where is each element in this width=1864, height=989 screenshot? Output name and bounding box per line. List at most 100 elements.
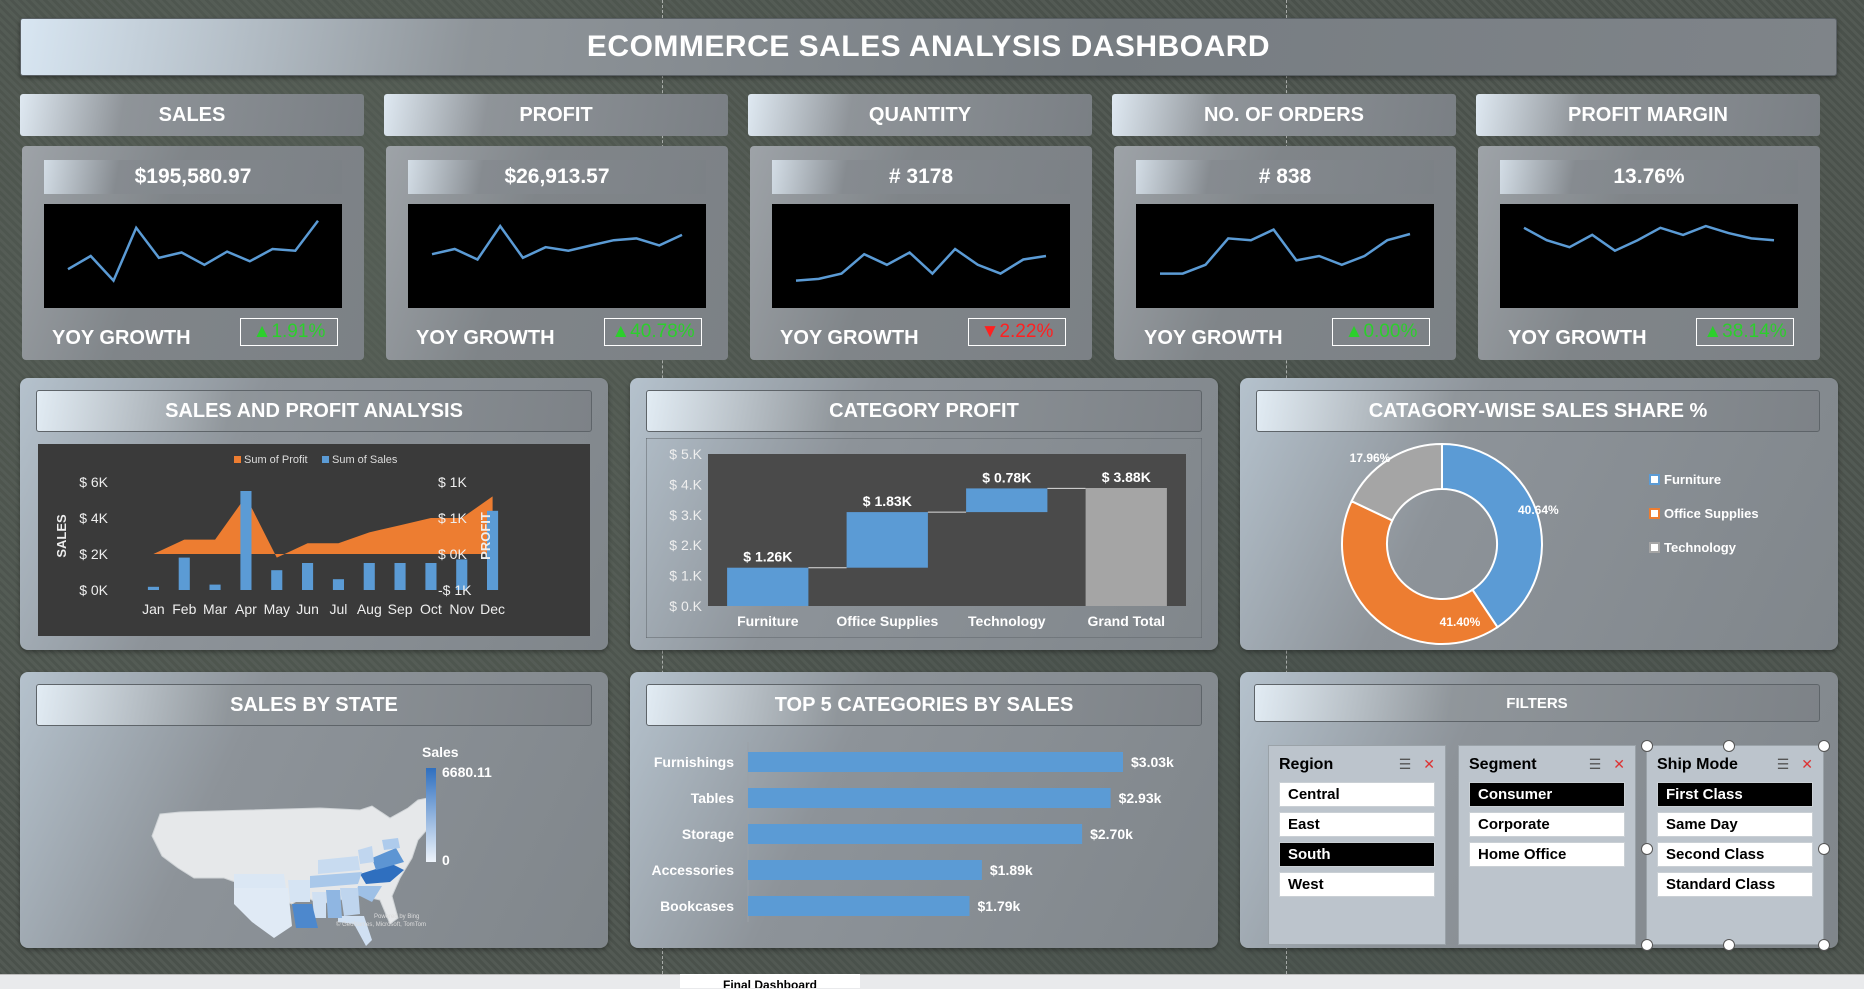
profit-axis-tick: $ 2.K (669, 537, 702, 553)
slicer-ship-item-first-class[interactable]: First Class (1657, 782, 1813, 807)
slicer-ship-item-second-class[interactable]: Second Class (1657, 842, 1813, 867)
slicer-region-item-south[interactable]: South (1279, 842, 1435, 867)
multi-select-icon[interactable]: ☰ (1589, 756, 1602, 772)
sales-axis-tick: $ 4K (79, 510, 108, 526)
kpi-profit-value: $26,913.57 (408, 160, 706, 194)
slice-label-office-supplies: 41.40% (1440, 615, 1481, 629)
month-label-mar: Mar (203, 601, 227, 617)
legend-swatch-furniture (1649, 474, 1660, 485)
kpi-profit-yoy-badge: ▲40.78% (604, 318, 702, 346)
category-label-grand-total: Grand Total (1088, 613, 1166, 629)
kpi-profit-card: $26,913.57 YOY GROWTH ▲40.78% (386, 146, 728, 360)
kpi-profit-margin-yoy-badge: ▲38.14% (1696, 318, 1794, 346)
kpi-sales-header: SALES (20, 94, 364, 136)
sales-bar-oct (425, 563, 437, 590)
profit-axis-tick: -$ 1K (438, 582, 472, 598)
resize-handle[interactable] (1818, 843, 1830, 855)
category-share-panel: CATAGORY-WISE SALES SHARE % 40.64% 41.40%… (1240, 378, 1838, 650)
sales-profit-chart[interactable]: Sum of Profit Sum of Sales $ 6K $ 4K $ 2K $ 0… (38, 444, 590, 636)
kpi-no-of-orders-header: NO. OF ORDERS (1112, 94, 1456, 136)
slicer-ship-item-standard-class[interactable]: Standard Class (1657, 872, 1813, 897)
month-label-aug: Aug (357, 601, 382, 617)
resize-handle[interactable] (1641, 740, 1653, 752)
resize-handle[interactable] (1818, 740, 1830, 752)
legend-swatch-technology (1649, 542, 1660, 553)
month-label-jul: Jul (329, 601, 347, 617)
kpi-quantity-header: QUANTITY (748, 94, 1092, 136)
resize-handle[interactable] (1641, 843, 1653, 855)
slicer-segment-item-corporate[interactable]: Corporate (1469, 812, 1625, 837)
top5-chart[interactable]: Furnishings $3.03k Tables $2.93k Storage $2.7… (630, 742, 1218, 942)
profit-axis-tick: $ 1K (438, 510, 467, 526)
sales-bar-jul (332, 579, 344, 590)
resize-handle[interactable] (1818, 939, 1830, 951)
slicer-ship-tools: ☰ ✕ (1777, 756, 1813, 773)
top5-value-bookcases: $1.79k (978, 898, 1021, 914)
category-label-furniture: Furniture (737, 613, 799, 629)
slicer-region-item-east[interactable]: East (1279, 812, 1435, 837)
category-share-chart[interactable]: 40.64% 41.40% 17.96% Furniture Office Suppli… (1240, 434, 1838, 646)
slice-label-technology: 17.96% (1350, 451, 1391, 465)
sales-bar-aug (363, 563, 375, 590)
category-profit-title: CATEGORY PROFIT (646, 390, 1202, 432)
map-credit-bing: Powered by Bing (374, 914, 420, 920)
clear-filter-icon[interactable]: ✕ (1613, 756, 1625, 772)
top5-category-furnishings: Furnishings (654, 754, 734, 770)
sales-bar-apr (240, 491, 252, 590)
kpi-profit-margin-sparkline (1500, 204, 1798, 308)
month-label-feb: Feb (172, 601, 196, 617)
resize-handle[interactable] (1723, 740, 1735, 752)
kpi-sales-sparkline (44, 204, 342, 308)
map-legend-max: 6680.11 (442, 764, 492, 780)
top5-value-tables: $2.93k (1119, 790, 1162, 806)
resize-handle[interactable] (1641, 939, 1653, 951)
dashboard-title: ECOMMERCE SALES ANALYSIS DASHBOARD (20, 18, 1837, 76)
kpi-no-of-orders-card: # 838 YOY GROWTH ▲0.00% (1114, 146, 1456, 360)
slicer-region-item-central[interactable]: Central (1279, 782, 1435, 807)
state-texas (234, 888, 292, 938)
sales-bar-may (271, 570, 283, 590)
sheet-tab-final-dashboard[interactable]: Final Dashboard (680, 974, 860, 988)
map-legend-title: Sales (422, 744, 459, 760)
waterfall-data-label: $ 3.88K (1102, 469, 1151, 485)
us-map[interactable] (20, 728, 608, 948)
legend-profit-label: Sum of Profit (244, 454, 308, 466)
month-label-jan: Jan (142, 601, 165, 617)
sales-profit-panel: SALES AND PROFIT ANALYSIS Sum of Profit S… (20, 378, 608, 650)
sales-state-panel: SALES BY STATE Sales 6680.11 0 Powered b… (20, 672, 608, 948)
slicer-region-item-west[interactable]: West (1279, 872, 1435, 897)
legend-label-furniture: Furniture (1664, 472, 1721, 487)
kpi-profit-sparkline (408, 204, 706, 308)
profit-axis-tick: $ 3.K (669, 507, 702, 523)
category-profit-chart[interactable]: $ 5.K $ 4.K $ 3.K $ 2.K $ 1.K $ 0.K $ 1.26K Fur… (646, 438, 1202, 638)
sales-axis-tick: $ 0K (79, 582, 108, 598)
multi-select-icon[interactable]: ☰ (1399, 756, 1412, 772)
profit-axis-tick: $ 5.K (669, 446, 702, 462)
profit-axis-tick: $ 1K (438, 474, 467, 490)
slicer-segment-item-consumer[interactable]: Consumer (1469, 782, 1625, 807)
slicer-ship-item-same-day[interactable]: Same Day (1657, 812, 1813, 837)
state-florida (338, 916, 372, 946)
slicer-region: Region ☰ ✕ Central East South West (1268, 745, 1446, 945)
kpi-quantity-card: # 3178 YOY GROWTH ▼2.22% (750, 146, 1092, 360)
slicer-segment-title: Segment (1469, 756, 1537, 773)
map-legend-min: 0 (442, 852, 450, 868)
kpi-quantity-sparkline-line (795, 247, 1047, 282)
multi-select-icon[interactable]: ☰ (1777, 756, 1790, 772)
kpi-no-of-orders-sparkline-line (1160, 228, 1411, 275)
state-delaware-maryland (382, 838, 400, 850)
month-label-nov: Nov (449, 601, 474, 617)
resize-handle[interactable] (1723, 939, 1735, 951)
slicer-segment-item-home-office[interactable]: Home Office (1469, 842, 1625, 867)
kpi-profit-margin-card: 13.76% YOY GROWTH ▲38.14% (1478, 146, 1820, 360)
clear-filter-icon[interactable]: ✕ (1423, 756, 1435, 772)
kpi-quantity-value: # 3178 (772, 160, 1070, 194)
kpi-sales-sparkline-line (67, 220, 319, 283)
month-label-sep: Sep (388, 601, 413, 617)
kpi-sales-yoy-label: YOY GROWTH (52, 327, 191, 349)
clear-filter-icon[interactable]: ✕ (1801, 756, 1813, 772)
top5-title: TOP 5 CATEGORIES BY SALES (646, 684, 1202, 726)
kpi-profit-margin-header: PROFIT MARGIN (1476, 94, 1820, 136)
top5-bar-furnishings (748, 752, 1123, 772)
slicer-region-title: Region (1279, 756, 1334, 773)
